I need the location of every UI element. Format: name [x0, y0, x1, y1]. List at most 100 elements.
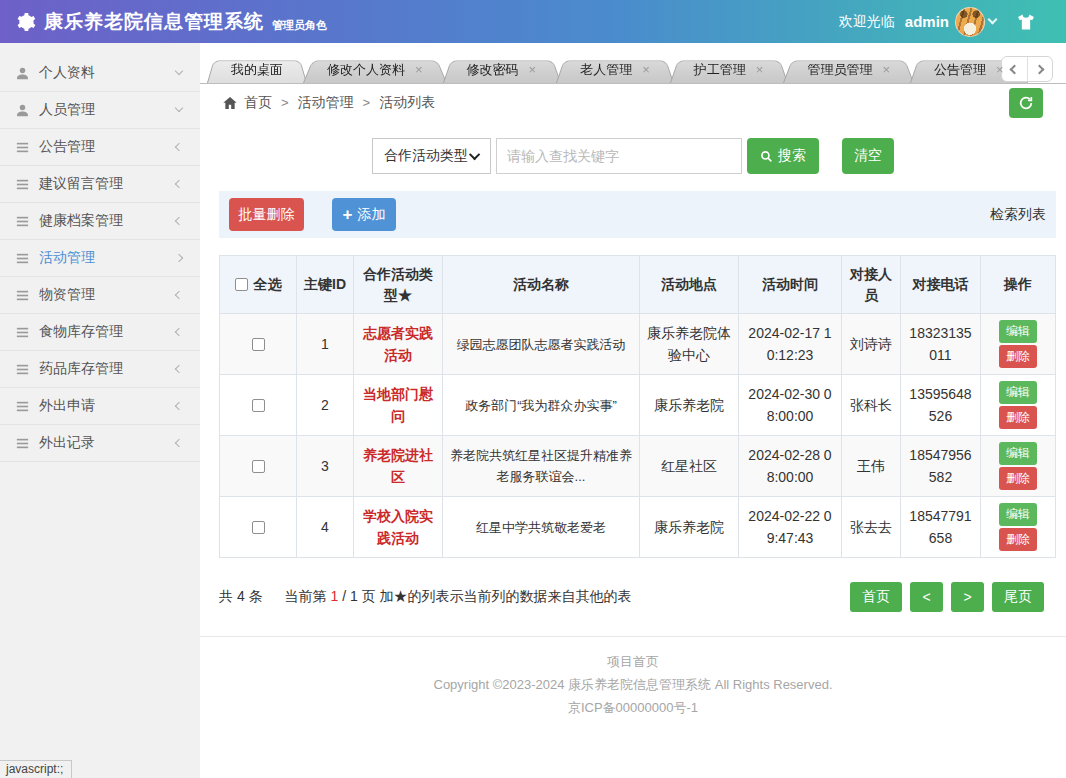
chevron-left-icon [175, 328, 183, 336]
sidebar-item-11[interactable]: 外出记录 [0, 425, 200, 462]
chevron-down-icon [175, 104, 183, 112]
breadcrumb-module[interactable]: 活动管理 [298, 94, 354, 112]
search-icon [760, 150, 773, 163]
last-page-button[interactable]: 尾页 [992, 582, 1044, 612]
tab-2[interactable]: 修改个人资料× [303, 57, 447, 83]
breadcrumb: 首页 > 活动管理 > 活动列表 [200, 84, 1066, 121]
chevron-left-icon [175, 365, 183, 373]
app-title: 康乐养老院信息管理系统 [44, 9, 264, 35]
sidebar-item-4[interactable]: 建议留言管理 [0, 166, 200, 203]
activity-place-cell: 康乐养老院 [640, 497, 739, 558]
sidebar-item-10[interactable]: 外出申请 [0, 388, 200, 425]
activity-type-link[interactable]: 养老院进社区 [363, 447, 433, 485]
menu-icon [15, 288, 30, 303]
sidebar-item-3[interactable]: 公告管理 [0, 129, 200, 166]
sidebar-item-5[interactable]: 健康档案管理 [0, 203, 200, 240]
activity-type-link[interactable]: 志愿者实践活动 [363, 325, 433, 363]
row-checkbox[interactable] [252, 338, 265, 351]
batch-delete-button[interactable]: 批量删除 [229, 198, 304, 231]
footer-home-link[interactable]: 项目首页 [200, 650, 1066, 673]
row-checkbox[interactable] [252, 399, 265, 412]
sidebar-item-2[interactable]: 人员管理 [0, 92, 200, 129]
tab-4[interactable]: 老人管理 × [556, 57, 674, 83]
add-button[interactable]: +添加 [332, 198, 396, 231]
activity-name-cell: 养老院共筑红星社区提升精准养老服务联谊会... [443, 436, 640, 497]
tab-close-icon[interactable]: × [529, 62, 537, 77]
panel-toolbar: 批量删除 +添加 检索列表 [219, 191, 1056, 238]
tab-label: 护工管理 [694, 62, 746, 77]
topbar-right: 欢迎光临 admin [839, 7, 1066, 37]
footer-divider [200, 636, 1066, 637]
sidebar-item-9[interactable]: 药品库存管理 [0, 351, 200, 388]
select-all-label: 全选 [254, 276, 282, 292]
column-header: 操作 [981, 256, 1056, 314]
tab-6[interactable]: 管理员管理× [783, 57, 914, 83]
chevron-left-icon [175, 402, 183, 410]
breadcrumb-page[interactable]: 活动列表 [379, 94, 435, 112]
tab-1[interactable]: 我的桌面 [207, 57, 307, 83]
search-button[interactable]: 搜索 [747, 138, 819, 174]
tab-label: 公告管理 [934, 62, 986, 77]
tab-3[interactable]: 修改密码× [443, 57, 561, 83]
delete-button[interactable]: 删除 [999, 528, 1037, 551]
first-page-button[interactable]: 首页 [850, 582, 902, 612]
row-checkbox[interactable] [252, 460, 265, 473]
breadcrumb-home[interactable]: 首页 [244, 94, 272, 112]
tab-close-icon[interactable]: × [882, 62, 890, 77]
row-select-cell [220, 314, 297, 375]
top-header: 康乐养老院信息管理系统 管理员角色 欢迎光临 admin [0, 0, 1066, 43]
tab-5[interactable]: 护工管理 × [670, 57, 788, 83]
activity-time-cell: 2024-02-22 09:47:43 [739, 497, 842, 558]
refresh-button[interactable] [1009, 88, 1043, 118]
column-header: 合作活动类型★ [354, 256, 443, 314]
sidebar-item-8[interactable]: 食物库存管理 [0, 314, 200, 351]
total-count: 共 4 条 [219, 588, 263, 606]
menu-icon [15, 177, 30, 192]
username: admin [905, 13, 949, 30]
chevron-left-icon [175, 439, 183, 447]
sidebar-item-6[interactable]: 活动管理 [0, 240, 200, 277]
contact-phone-cell: 18547956582 [901, 436, 981, 497]
activity-time-cell: 2024-02-30 08:00:00 [739, 375, 842, 436]
current-page: 1 [330, 588, 338, 604]
delete-button[interactable]: 删除 [999, 406, 1037, 429]
edit-button[interactable]: 编辑 [999, 503, 1037, 526]
edit-button[interactable]: 编辑 [999, 381, 1037, 404]
main-content: 我的桌面修改个人资料×修改密码×老人管理×护工管理×管理员管理×公告管理× 首页… [200, 43, 1066, 778]
chevron-down-icon[interactable] [988, 15, 998, 25]
select-all-checkbox[interactable] [235, 278, 248, 291]
edit-button[interactable]: 编辑 [999, 442, 1037, 465]
plus-icon: + [343, 206, 353, 223]
activity-time-cell: 2024-02-17 10:12:23 [739, 314, 842, 375]
contact-person-cell: 张科长 [842, 375, 901, 436]
delete-button[interactable]: 删除 [999, 345, 1037, 368]
sidebar-item-7[interactable]: 物资管理 [0, 277, 200, 314]
tab-scroll-left-button[interactable] [1002, 57, 1027, 81]
tab-scroll-right-button[interactable] [1027, 57, 1053, 81]
sidebar-item-label: 公告管理 [39, 138, 176, 156]
search-input[interactable] [496, 138, 742, 174]
delete-button[interactable]: 删除 [999, 467, 1037, 490]
pagination-bar: 共 4 条 当前第 1 / 1 页 加★的列表示当前列的数据来自其他的表 首页 … [219, 582, 1044, 612]
activity-type-link[interactable]: 学校入院实践活动 [363, 508, 433, 546]
tab-label: 老人管理 [580, 62, 632, 77]
list-panel: 批量删除 +添加 检索列表 全选主键ID合作活动类型★活动名称活动地点活动时间对… [219, 191, 1056, 612]
tab-close-icon[interactable]: × [996, 62, 1004, 77]
home-icon [222, 95, 238, 111]
prev-page-button[interactable]: < [910, 582, 943, 612]
tab-close-icon[interactable]: × [756, 62, 764, 77]
clear-button[interactable]: 清空 [842, 138, 894, 174]
sidebar-item-label: 活动管理 [39, 249, 176, 267]
tab-close-icon[interactable]: × [642, 62, 650, 77]
next-page-button[interactable]: > [951, 582, 984, 612]
activity-place-cell: 康乐养老院体验中心 [640, 314, 739, 375]
tab-close-icon[interactable]: × [415, 62, 423, 77]
avatar[interactable] [955, 7, 985, 37]
type-select[interactable]: 合作活动类型 [372, 138, 491, 174]
theme-shirt-icon[interactable] [1016, 12, 1036, 32]
edit-button[interactable]: 编辑 [999, 320, 1037, 343]
sidebar-item-1[interactable]: 个人资料 [0, 55, 200, 92]
activity-type-link[interactable]: 当地部门慰问 [363, 386, 433, 424]
type-select-value: 合作活动类型 [384, 147, 468, 165]
row-checkbox[interactable] [252, 521, 265, 534]
